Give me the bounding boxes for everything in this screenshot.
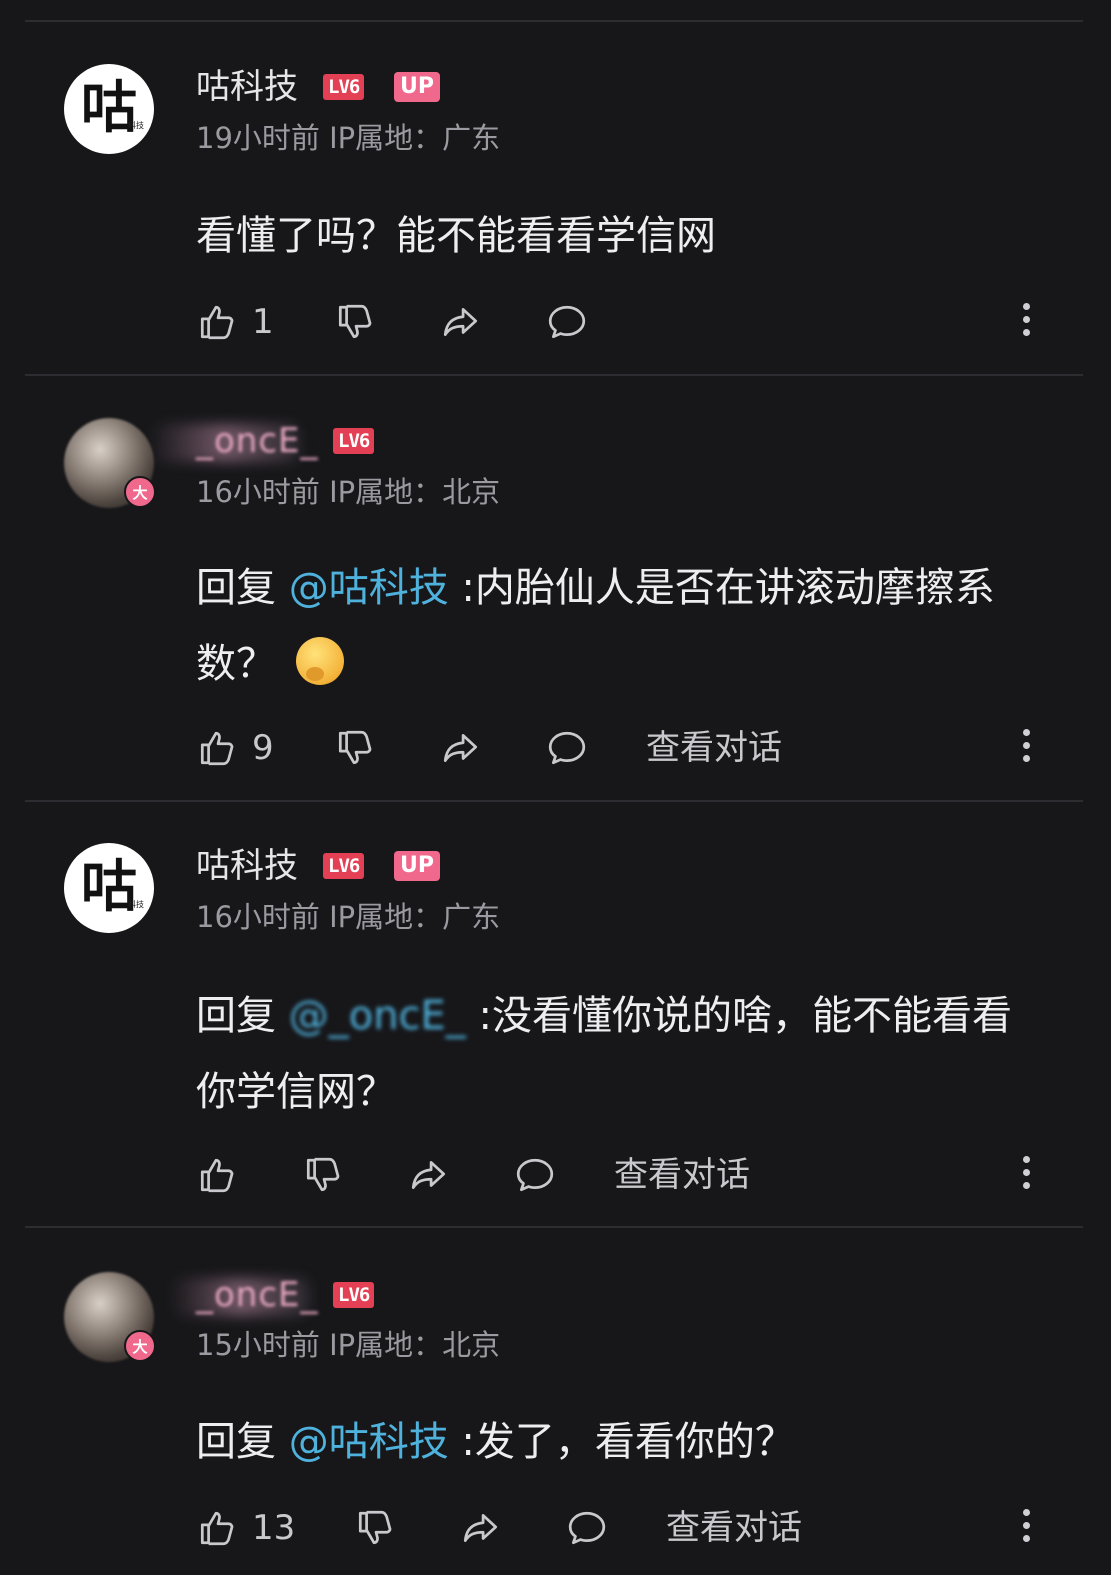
action-bar: 1 [196, 300, 1036, 344]
like-button[interactable]: 13 [196, 1506, 295, 1550]
timestamp-location: 19小时前 IP属地：广东 [196, 121, 501, 155]
comment-divider [25, 800, 1083, 802]
reply-button[interactable] [546, 726, 588, 770]
reply-prefix: 回复 [196, 993, 289, 1039]
more-button[interactable] [1016, 300, 1036, 344]
more-icon [1022, 1156, 1030, 1163]
like-count: 13 [252, 1508, 296, 1548]
view-conversation-link[interactable]: 查看对话 [666, 1506, 802, 1550]
more-icon [1022, 303, 1030, 310]
username[interactable]: _oncE_ [196, 1278, 319, 1312]
comment-text: 回复 @咕科技 :内胎仙人是否在讲滚动摩擦系数？ [196, 550, 1036, 702]
level-badge: LV6 [323, 853, 365, 879]
thinking-emoji-icon [296, 637, 344, 685]
mention-link[interactable]: @_oncE_ [289, 993, 466, 1039]
reply-button[interactable] [566, 1506, 608, 1550]
view-conversation-link[interactable]: 查看对话 [646, 726, 782, 770]
username[interactable]: 咕科技 [196, 70, 298, 104]
username[interactable]: 咕科技 [196, 849, 298, 883]
reply-prefix: 回复 [196, 565, 289, 611]
reply-icon [514, 1154, 556, 1196]
mention-link[interactable]: @咕科技 [289, 565, 449, 611]
level-badge: LV6 [323, 74, 365, 100]
avatar-caption: 科技 [128, 900, 144, 909]
more-icon [1022, 729, 1030, 736]
reply-button[interactable] [514, 1153, 556, 1197]
share-button[interactable] [408, 1153, 450, 1197]
thumbs-down-icon [334, 727, 376, 769]
timestamp-location: 15小时前 IP属地：北京 [196, 1328, 501, 1362]
up-badge: UP [394, 851, 440, 881]
thumbs-up-icon [196, 1154, 238, 1196]
comment-text: 回复 @咕科技 :发了，看看你的？ [196, 1404, 1036, 1480]
timestamp-location: 16小时前 IP属地：北京 [196, 475, 501, 509]
reply-button[interactable] [546, 300, 588, 344]
reply-icon [566, 1507, 608, 1549]
level-badge: LV6 [333, 428, 375, 454]
vip-badge: 大 [124, 1330, 156, 1362]
share-button[interactable] [460, 1506, 502, 1550]
reply-prefix: 回复 [196, 1419, 289, 1465]
avatar-caption: 科技 [128, 121, 144, 130]
up-badge: UP [394, 72, 440, 102]
action-bar: 9 查看对话 [196, 726, 1036, 770]
like-button[interactable]: 9 [196, 726, 274, 770]
thumbs-up-icon [196, 727, 238, 769]
comment-text: 看懂了吗？能不能看看学信网 [196, 198, 1036, 274]
thumbs-up-icon [196, 301, 238, 343]
thumbs-down-icon [334, 301, 376, 343]
thumbs-up-icon [196, 1507, 238, 1549]
reply-icon [546, 301, 588, 343]
reply-icon [546, 727, 588, 769]
timestamp-location: 16小时前 IP属地：广东 [196, 900, 501, 934]
like-button[interactable] [196, 1153, 238, 1197]
comment-divider [25, 374, 1083, 376]
comment-body: 看懂了吗？能不能看看学信网 [196, 213, 716, 259]
action-bar: 13 查看对话 [196, 1506, 1036, 1550]
top-divider [25, 20, 1083, 22]
share-icon [440, 301, 482, 343]
view-conversation-link[interactable]: 查看对话 [614, 1153, 750, 1197]
share-icon [460, 1507, 502, 1549]
share-button[interactable] [440, 300, 482, 344]
more-button[interactable] [1016, 1153, 1036, 1197]
mention-link[interactable]: @咕科技 [289, 1419, 449, 1465]
dislike-button[interactable] [302, 1153, 344, 1197]
vip-badge: 大 [124, 476, 156, 508]
username[interactable]: _oncE_ [196, 424, 319, 458]
level-badge: LV6 [333, 1282, 375, 1308]
more-button[interactable] [1016, 726, 1036, 770]
share-button[interactable] [440, 726, 482, 770]
comment-body: :发了，看看你的？ [448, 1419, 795, 1465]
avatar[interactable]: 咕 科技 [64, 843, 154, 933]
like-count: 9 [252, 728, 274, 768]
dislike-button[interactable] [334, 300, 376, 344]
comment-divider [25, 1226, 1083, 1228]
comment-text: 回复 @_oncE_ :没看懂你说的啥，能不能看看你学信网？ [196, 978, 1036, 1130]
like-count: 1 [252, 302, 274, 342]
share-icon [408, 1154, 450, 1196]
avatar[interactable]: 咕 科技 [64, 64, 154, 154]
more-button[interactable] [1016, 1506, 1036, 1550]
share-icon [440, 727, 482, 769]
dislike-button[interactable] [334, 726, 376, 770]
more-icon [1022, 1509, 1030, 1516]
thumbs-down-icon [354, 1507, 396, 1549]
thumbs-down-icon [302, 1154, 344, 1196]
like-button[interactable]: 1 [196, 300, 274, 344]
dislike-button[interactable] [354, 1506, 396, 1550]
action-bar: 查看对话 [196, 1153, 1036, 1197]
